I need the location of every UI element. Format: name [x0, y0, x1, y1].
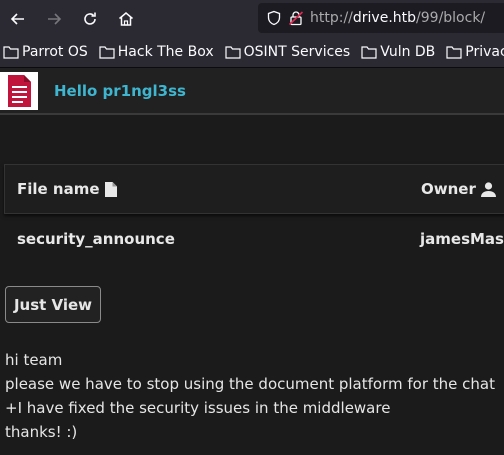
home-icon: [119, 11, 133, 26]
bookmarks-bar: Parrot OS Hack The Box OSINT Services Vu…: [0, 37, 504, 68]
reload-icon: [84, 12, 96, 25]
document-logo-icon: [8, 75, 31, 107]
bookmark-vuln-db[interactable]: Vuln DB: [361, 44, 435, 60]
greeting: Hello pr1ngl3ss: [54, 82, 186, 100]
home-button[interactable]: [108, 0, 144, 37]
insecure-lock-icon: [288, 11, 304, 26]
arrow-left-icon: [10, 12, 24, 25]
message-line: hi team: [5, 351, 63, 369]
url-text: http://drive.htb/99/block/: [310, 10, 486, 26]
column-owner: Owner: [421, 180, 496, 198]
table-header: File name Owner: [4, 164, 504, 214]
back-button[interactable]: [0, 0, 36, 37]
folder-icon: [3, 46, 19, 59]
arrow-right-icon: [48, 12, 62, 25]
column-file-name: File name: [17, 180, 117, 198]
message-line: please we have to stop using the documen…: [5, 375, 495, 393]
bookmark-privacy[interactable]: Privacy: [446, 44, 504, 60]
folder-icon: [225, 46, 241, 59]
site-logo[interactable]: [0, 72, 38, 110]
page-header: Hello pr1ngl3ss: [0, 68, 504, 115]
reload-button[interactable]: [72, 0, 108, 37]
message-line: thanks! :): [5, 423, 78, 441]
bookmark-parrot-os[interactable]: Parrot OS: [3, 44, 88, 60]
forward-button[interactable]: [36, 0, 72, 37]
bookmark-osint-services[interactable]: OSINT Services: [225, 44, 350, 60]
shield-icon: [267, 10, 281, 26]
browser-toolbar: http://drive.htb/99/block/: [0, 0, 504, 37]
just-view-button[interactable]: Just View: [5, 286, 101, 323]
user-icon: [480, 181, 496, 197]
url-bar[interactable]: http://drive.htb/99/block/: [258, 3, 504, 33]
message-line: +I have fixed the security issues in the…: [5, 399, 391, 417]
folder-icon: [99, 46, 115, 59]
folder-icon: [446, 46, 462, 59]
owner-cell: jamesMason: [420, 230, 504, 248]
file-name-cell[interactable]: security_announce: [17, 230, 175, 248]
bookmark-hack-the-box[interactable]: Hack The Box: [99, 44, 214, 60]
file-icon: [104, 181, 117, 197]
folder-icon: [361, 46, 377, 59]
